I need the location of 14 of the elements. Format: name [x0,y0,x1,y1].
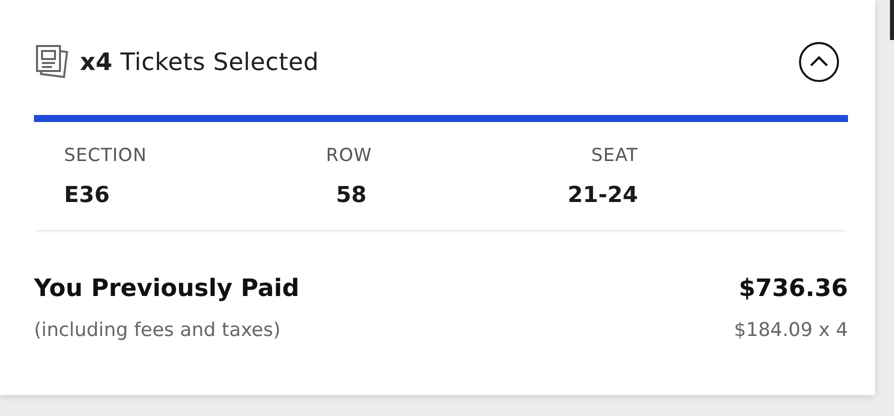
column-label: SECTION [64,144,148,168]
price-breakdown: $184.09 x 4 [734,318,848,343]
column-label: ROW [326,144,372,168]
seat-value: E36 [64,182,111,210]
total-price: $736.36 [738,273,848,304]
seat-value: 21-24 [568,182,638,210]
collapse-button[interactable] [799,42,839,82]
fees-note: (including fees and taxes) [34,318,282,343]
scrollbar-thumb[interactable] [890,0,894,40]
seat-value: 58 [336,182,367,210]
tickets-selected-title: x4 Tickets Selected [80,46,319,78]
column-label: SEAT [591,144,638,168]
paid-title: You Previously Paid [34,273,300,304]
chevron-icon [810,56,828,67]
